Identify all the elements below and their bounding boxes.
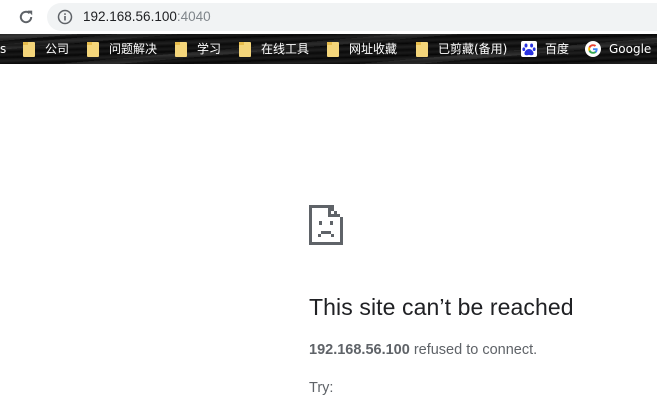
try-label: Try: [309,380,334,396]
bookmark-folder-clipped[interactable]: 已剪藏(备用) [416,41,507,57]
folder-icon [239,41,251,57]
url-host: 192.168.56.100 [83,9,177,24]
baidu-paw-icon [521,41,537,57]
reload-icon [19,10,33,24]
bookmark-folder-favorites[interactable]: 网址收藏 [327,41,397,57]
bookmark-folder-company[interactable]: 公司 [23,41,69,57]
bookmark-label: 问题解决 [109,42,158,56]
bookmark-baidu[interactable]: 百度 [521,41,569,57]
error-host: 192.168.56.100 [309,342,410,358]
bookmark-label: 百度 [545,42,570,56]
bookmark-label: 在线工具 [261,42,310,56]
folder-icon [327,41,339,57]
info-icon[interactable] [57,9,73,25]
bookmarks-bar: s 公司 问题解决 学习 在线工具 网址收藏 已剪藏(备用) 百度 Google [0,34,657,64]
bookmark-label: 学习 [197,42,222,56]
bookmark-label: Google [609,42,652,56]
bookmark-folder-online-tools[interactable]: 在线工具 [239,41,309,57]
folder-icon [175,41,187,57]
folder-icon [23,41,35,57]
bookmark-label: 公司 [45,42,70,56]
bookmark-label: s [0,42,7,56]
reload-button[interactable] [15,6,37,28]
url-text[interactable]: 192.168.56.100:4040 [83,8,211,26]
sad-document-icon [309,205,343,245]
error-title: This site can’t be reached [309,294,574,320]
bookmark-folder-problem-solving[interactable]: 问题解决 [87,41,157,57]
url-port: :4040 [176,9,211,24]
error-message: 192.168.56.100 refused to connect. [309,342,537,358]
bookmark-partial[interactable]: s [0,41,6,57]
address-bar[interactable]: 192.168.56.100:4040 [47,3,657,31]
bookmark-label: 网址收藏 [349,42,398,56]
bookmark-google[interactable]: Google [585,41,651,57]
error-message-text: refused to connect. [409,342,538,358]
google-g-icon [585,41,601,57]
browser-toolbar: 192.168.56.100:4040 [0,0,657,34]
bookmark-folder-study[interactable]: 学习 [175,41,221,57]
bookmark-label: 已剪藏(备用) [438,42,508,56]
folder-icon [87,41,99,57]
folder-icon [416,41,428,57]
